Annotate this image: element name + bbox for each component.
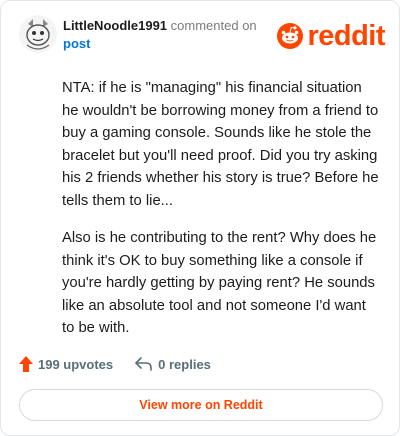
view-more-on-reddit-button[interactable]: View more on Reddit — [19, 389, 383, 421]
comment-embed-card: LittleNoodle1991 commented on post reddi… — [0, 0, 400, 436]
reply-label: 0 replies — [158, 356, 211, 372]
comment-footer: 199 upvotes 0 replies — [19, 353, 211, 375]
comment-paragraph: NTA: if he is "managing" his financial s… — [62, 80, 379, 209]
post-link[interactable]: post — [63, 35, 257, 53]
comment-paragraph: Also is he contributing to the rent? Why… — [62, 230, 377, 336]
reddit-logo[interactable]: reddit — [277, 21, 385, 51]
comment-header: LittleNoodle1991 commented on post reddi… — [19, 15, 385, 55]
reddit-snoo-icon — [277, 23, 304, 49]
upvote-label: 199 upvotes — [38, 356, 114, 372]
username-link[interactable]: LittleNoodle1991 — [63, 18, 167, 33]
reply-count[interactable]: 0 replies — [135, 357, 211, 372]
upvote-arrow-icon — [19, 356, 33, 372]
snoo-avatar-icon — [19, 15, 57, 53]
comment-body: NTA: if he is "managing" his financial s… — [62, 77, 382, 355]
upvote-count[interactable]: 199 upvotes — [19, 356, 113, 372]
user-avatar[interactable] — [19, 15, 57, 53]
reply-arrow-icon — [135, 357, 152, 371]
commented-on-text: commented on — [170, 18, 257, 33]
comment-meta: LittleNoodle1991 commented on post — [63, 17, 257, 53]
reddit-wordmark: reddit — [307, 20, 385, 52]
